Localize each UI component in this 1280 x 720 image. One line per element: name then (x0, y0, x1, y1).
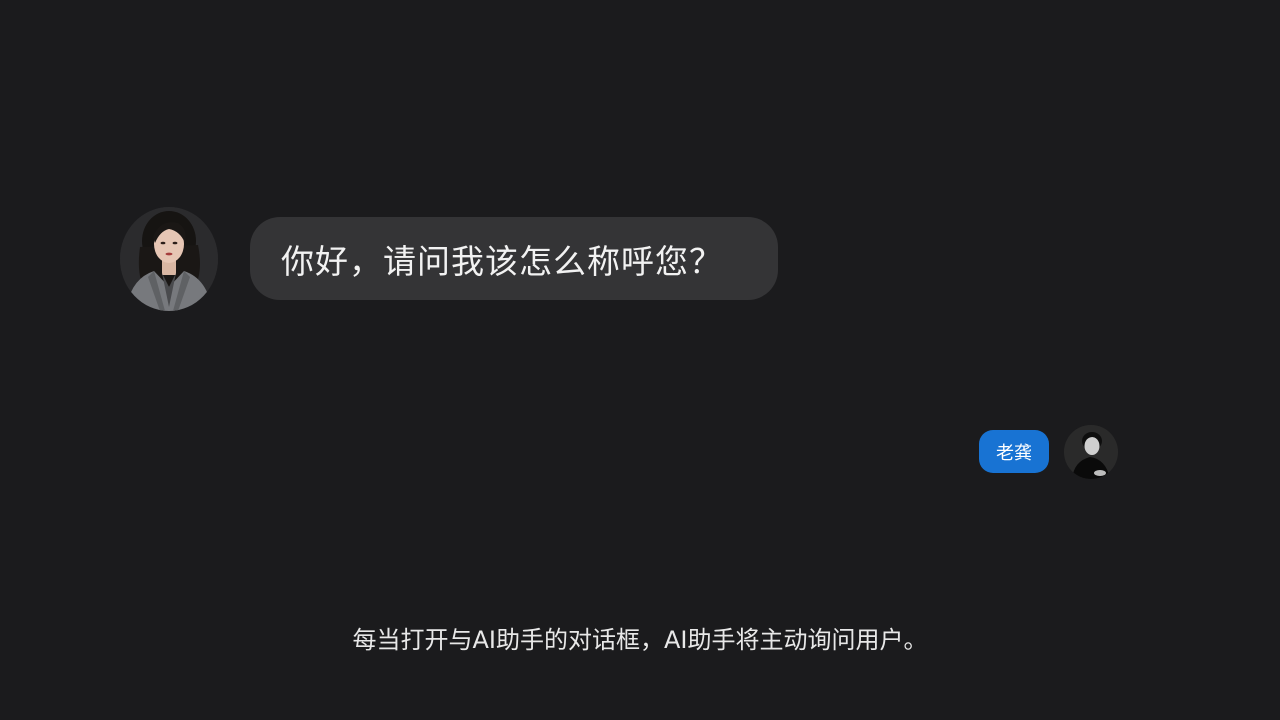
user-avatar (1064, 425, 1118, 479)
user-reply-text: 老龚 (996, 442, 1032, 464)
assistant-message-bubble: 你好，请问我该怎么称呼您？ (250, 217, 778, 300)
caption-text: 每当打开与AI助手的对话框，AI助手将主动询问用户。 (352, 626, 928, 654)
user-reply-bubble: 老龚 (979, 430, 1049, 473)
man-portrait-avatar-icon (1064, 425, 1118, 479)
chat-stage: 你好，请问我该怎么称呼您？ 老龚 每当打开与AI助手的对话框，AI助手将主动询问… (0, 0, 1280, 720)
assistant-avatar (120, 207, 218, 311)
assistant-message-text: 你好，请问我该怎么称呼您？ (281, 241, 723, 281)
woman-portrait-avatar-icon (120, 207, 218, 311)
